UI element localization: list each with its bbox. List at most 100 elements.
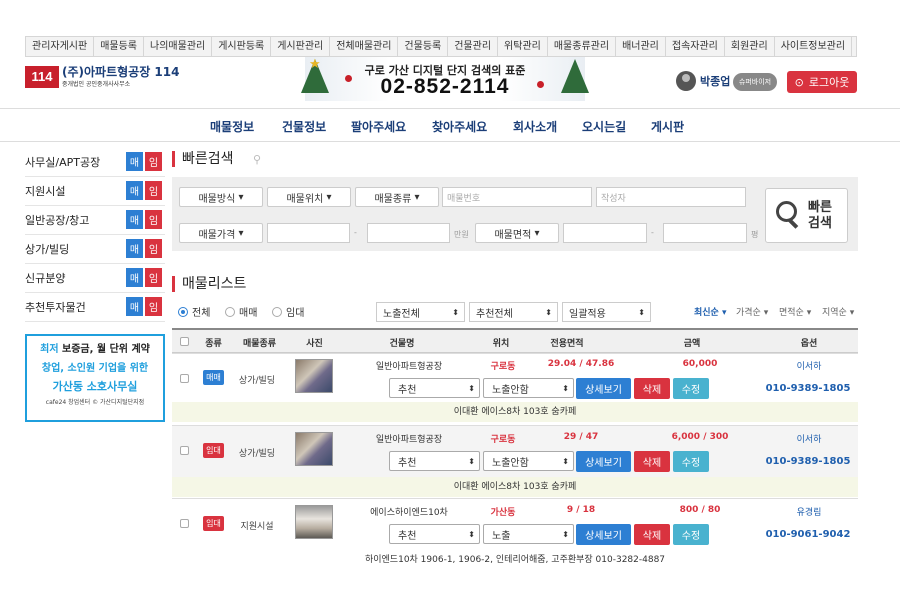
exposure-select[interactable]: 노출 ⬍ xyxy=(483,524,574,544)
topnav-item[interactable]: 매물등록 xyxy=(94,37,145,56)
recommend-select[interactable]: 추천 ⬍ xyxy=(389,378,480,398)
row-checkbox[interactable] xyxy=(180,374,189,383)
mainnav-item[interactable]: 게시판 xyxy=(651,118,684,135)
edit-button[interactable]: 수정 xyxy=(673,451,709,472)
mainnav-item[interactable]: 회사소개 xyxy=(513,118,557,135)
topnav-item[interactable]: 건물관리 xyxy=(448,37,499,56)
header-banner[interactable]: ★ 구로 가산 디지털 단지 검색의 표준 02-852-2114 xyxy=(301,57,589,101)
row-area: 29 / 47 xyxy=(563,432,599,442)
topnav-item[interactable]: 접속자관리 xyxy=(666,37,725,56)
updown-icon: ⬍ xyxy=(468,529,475,539)
price-min-input[interactable] xyxy=(267,223,350,243)
property-photo[interactable] xyxy=(295,359,333,393)
rent-button[interactable]: 임 xyxy=(145,181,162,200)
rent-button[interactable]: 임 xyxy=(145,210,162,229)
row-building[interactable]: 일반아파트형공장 xyxy=(344,432,474,445)
radio-rent[interactable]: 임대 xyxy=(272,304,304,319)
sort-price[interactable]: 가격순 ▾ xyxy=(736,305,768,318)
sidebar-item[interactable]: 지원시설 매 임 xyxy=(25,177,165,206)
recommend-select[interactable]: 추천 ⬍ xyxy=(389,451,480,471)
topnav-item[interactable]: 게시판등록 xyxy=(212,37,272,56)
updown-icon: ⬍ xyxy=(468,456,475,466)
topnav-item[interactable]: 게시판관리 xyxy=(271,37,331,56)
select-value: 노출안함 xyxy=(492,384,529,396)
row-building[interactable]: 일반아파트형공장 xyxy=(344,359,474,372)
area-dropdown[interactable]: 매물면적 ▾ xyxy=(475,223,559,243)
rent-button[interactable]: 임 xyxy=(145,268,162,287)
area-min-input[interactable] xyxy=(563,223,647,243)
code-input[interactable]: 매물번호 xyxy=(442,187,592,207)
select-value: 노출전체 xyxy=(383,308,420,320)
property-photo[interactable] xyxy=(295,505,333,539)
sidebar-item[interactable]: 상가/빌딩 매 임 xyxy=(25,235,165,264)
sale-button[interactable]: 매 xyxy=(126,268,143,287)
soho-ad-banner[interactable]: 최저 보증금, 월 단위 계약 창업, 소인원 기업을 위한 가산동 소호사무실… xyxy=(25,334,165,422)
detail-button[interactable]: 상세보기 xyxy=(576,524,631,545)
sale-button[interactable]: 매 xyxy=(126,210,143,229)
bulk-apply-select[interactable]: 일괄적용 ⬍ xyxy=(562,302,651,322)
logo-name: (주)아파트형공장 114 xyxy=(62,65,180,79)
mainnav-item[interactable]: 팔아주세요 xyxy=(351,118,406,135)
exposure-select[interactable]: 노출안함 ⬍ xyxy=(483,451,574,471)
method-dropdown[interactable]: 매물방식 ▾ xyxy=(179,187,263,207)
delete-button[interactable]: 삭제 xyxy=(634,378,670,399)
sidebar-item[interactable]: 일반공장/창고 매 임 xyxy=(25,206,165,235)
topnav-item[interactable]: 사이트정보관리 xyxy=(775,37,853,56)
price-max-input[interactable] xyxy=(367,223,450,243)
location-dropdown[interactable]: 매물위치 ▾ xyxy=(267,187,351,207)
mainnav-item[interactable]: 건물정보 xyxy=(282,118,326,135)
topnav-item[interactable]: 매물종류관리 xyxy=(548,37,617,56)
recommend-select[interactable]: 추천 ⬍ xyxy=(389,524,480,544)
sidebar-item[interactable]: 추천투자물건 매 임 xyxy=(25,293,165,322)
edit-button[interactable]: 수정 xyxy=(673,524,709,545)
rent-button[interactable]: 임 xyxy=(145,239,162,258)
row-checkbox[interactable] xyxy=(180,446,189,455)
price-dropdown[interactable]: 매물가격 ▾ xyxy=(179,223,263,243)
topnav-item[interactable]: 관리자게시판 xyxy=(26,37,95,56)
topnav-item[interactable]: 나의매물관리 xyxy=(144,37,213,56)
sidebar-item[interactable]: 사무실/APT공장 매 임 xyxy=(25,148,165,177)
sale-button[interactable]: 매 xyxy=(126,181,143,200)
select-all-checkbox[interactable] xyxy=(180,337,189,346)
rent-button[interactable]: 임 xyxy=(145,152,162,171)
area-max-input[interactable] xyxy=(663,223,747,243)
radio-sale[interactable]: 매매 xyxy=(225,304,257,319)
sort-latest[interactable]: 최신순 ▾ xyxy=(694,305,727,318)
detail-button[interactable]: 상세보기 xyxy=(576,451,631,472)
topnav-item[interactable]: 배너관리 xyxy=(616,37,666,56)
exposure-select[interactable]: 노출안함 ⬍ xyxy=(483,378,574,398)
topnav-item[interactable]: 전체매물관리 xyxy=(330,37,399,56)
sidebar: 사무실/APT공장 매 임 지원시설 매 임 일반공장/창고 매 임 상가/빌딩 매 임 신규분… xyxy=(25,148,165,322)
property-photo[interactable] xyxy=(295,432,333,466)
sort-region[interactable]: 지역순 ▾ xyxy=(822,305,854,318)
writer-input[interactable]: 작성자 xyxy=(596,187,746,207)
sidebar-item[interactable]: 신규분양 매 임 xyxy=(25,264,165,293)
sale-button[interactable]: 매 xyxy=(126,297,143,316)
exposure-filter-select[interactable]: 노출전체 ⬍ xyxy=(376,302,465,322)
mainnav-item[interactable]: 오시는길 xyxy=(582,118,626,135)
row-building[interactable]: 에이스하이엔드10차 xyxy=(344,505,474,518)
row-checkbox[interactable] xyxy=(180,519,189,528)
radio-circle xyxy=(225,306,235,317)
rent-button[interactable]: 임 xyxy=(145,297,162,316)
sort-area[interactable]: 면적순 ▾ xyxy=(779,305,811,318)
topnav-item[interactable]: 위탁관리 xyxy=(498,37,548,56)
topnav-item[interactable]: 회원관리 xyxy=(725,37,775,56)
topnav-item[interactable]: 건물등록 xyxy=(398,37,449,56)
type-dropdown[interactable]: 매물종류 ▾ xyxy=(355,187,439,207)
mainnav-item[interactable]: 매물정보 xyxy=(210,118,254,135)
recommend-filter-select[interactable]: 추천전체 ⬍ xyxy=(469,302,558,322)
logout-button[interactable]: ⊙ 로그아웃 xyxy=(787,71,857,93)
edit-button[interactable]: 수정 xyxy=(673,378,709,399)
delete-button[interactable]: 삭제 xyxy=(634,524,670,545)
sale-button[interactable]: 매 xyxy=(126,152,143,171)
radio-all[interactable]: 전체 xyxy=(178,304,210,319)
type-label: 매물종류 xyxy=(374,193,412,205)
mainnav-item[interactable]: 찾아주세요 xyxy=(432,118,487,135)
site-logo[interactable]: 114 (주)아파트형공장 114 중개법인 공인중개사사무소 xyxy=(25,65,179,88)
sale-button[interactable]: 매 xyxy=(126,239,143,258)
detail-button[interactable]: 상세보기 xyxy=(576,378,631,399)
quick-search-button[interactable]: 빠른 검색 xyxy=(765,188,848,243)
delete-button[interactable]: 삭제 xyxy=(634,451,670,472)
row-price: 6,000 / 300 xyxy=(671,432,729,442)
